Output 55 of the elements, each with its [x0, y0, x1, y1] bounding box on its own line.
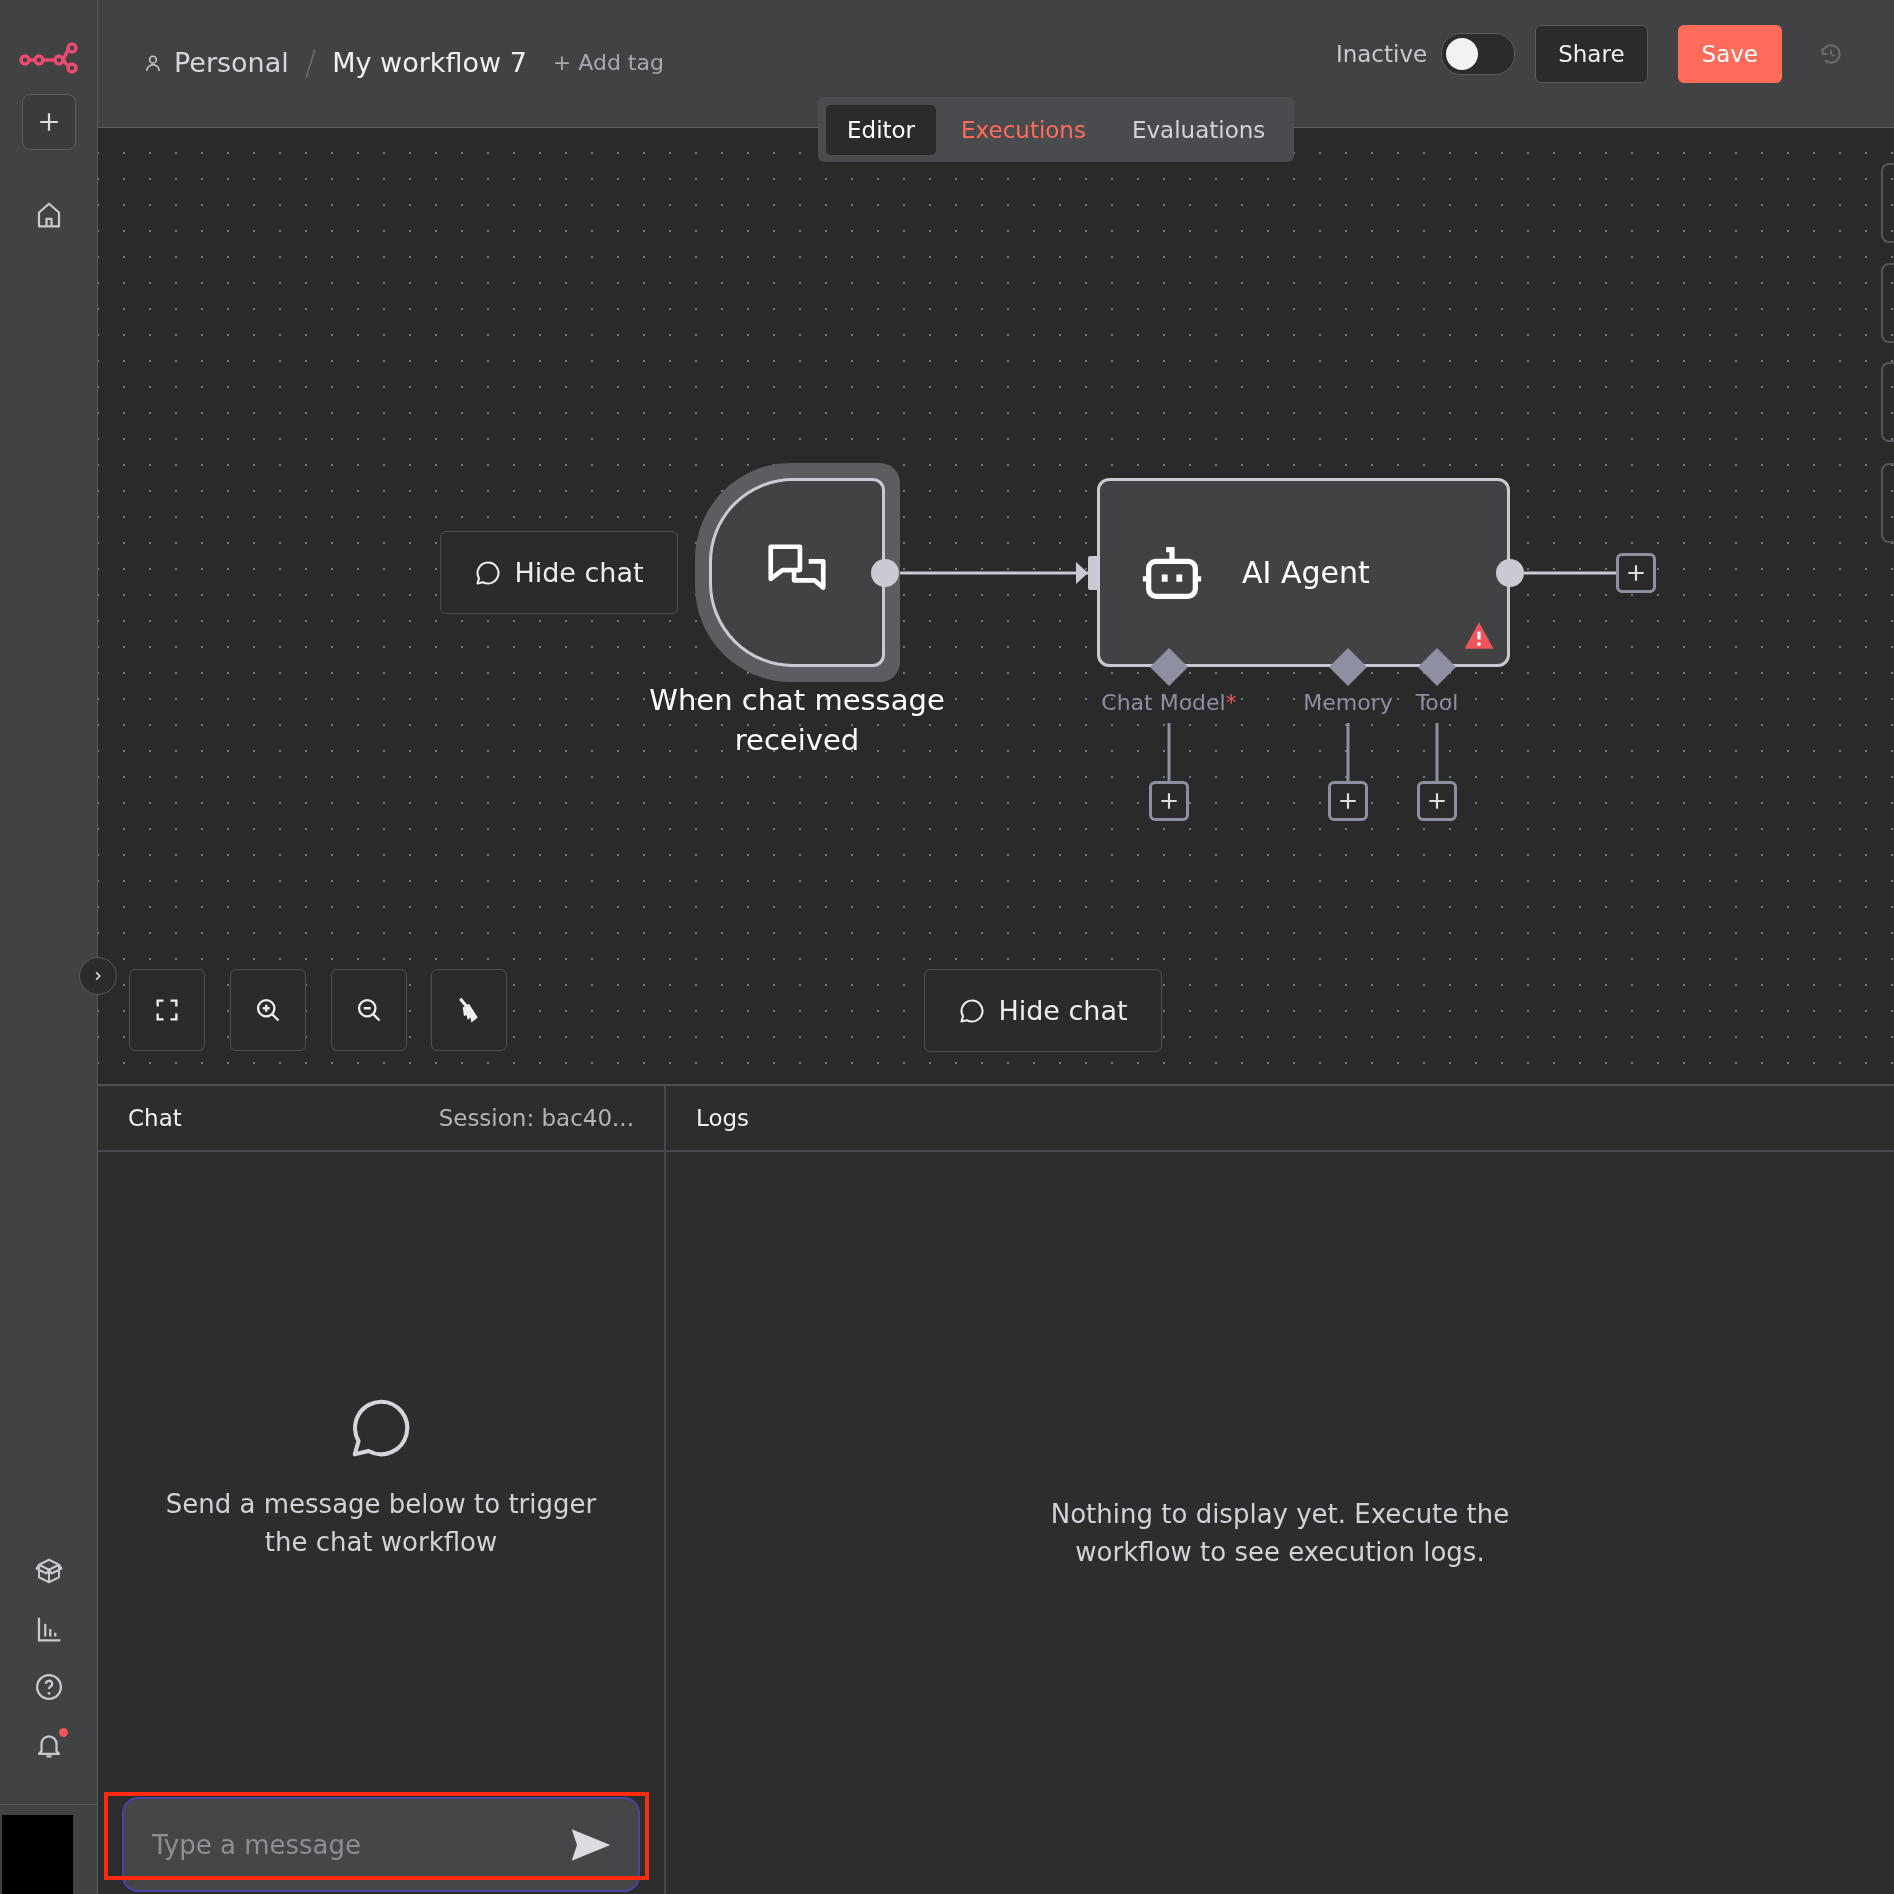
- panel-title: Chat: [128, 1105, 182, 1131]
- add-node-button[interactable]: [1616, 553, 1656, 593]
- plus-icon: [1426, 790, 1448, 812]
- view-tab[interactable]: Evaluations: [1110, 104, 1287, 155]
- input-port[interactable]: [1088, 556, 1100, 590]
- node-label: When chat message received: [648, 682, 946, 759]
- breadcrumb-separator: /: [304, 42, 317, 83]
- input-port[interactable]: [1418, 648, 1456, 686]
- panel-title: Logs: [696, 1105, 750, 1131]
- broom-button[interactable]: [431, 969, 507, 1051]
- connector-line: [1167, 723, 1171, 781]
- message-field[interactable]: Type a message: [122, 1797, 640, 1892]
- plus-icon: [1625, 562, 1647, 584]
- chat-bubble-icon: [958, 996, 987, 1025]
- message-input[interactable]: Type a message: [150, 1828, 570, 1861]
- plus-icon: [1337, 790, 1359, 812]
- input-label: Memory: [1303, 689, 1393, 717]
- input-label: Tool: [1415, 689, 1459, 717]
- output-port[interactable]: [1496, 559, 1524, 587]
- zoom-out-icon: [355, 996, 383, 1024]
- empty-message: Nothing to display yet. Execute the workflow to see execution logs.: [1049, 1498, 1511, 1569]
- empty-message: Send a message below to trigger the chat workflow: [164, 1488, 598, 1559]
- plus-icon: [37, 111, 60, 133]
- input-port[interactable]: [1150, 648, 1188, 686]
- connector-line: [1346, 723, 1350, 781]
- view-tab[interactable]: Editor: [826, 104, 937, 155]
- connector-line: [1435, 723, 1439, 781]
- share-button[interactable]: Share: [1535, 24, 1648, 83]
- zoom-out-button[interactable]: [331, 969, 407, 1051]
- box-icon[interactable]: [33, 1556, 64, 1586]
- hide-chat-button[interactable]: Hide chat: [440, 531, 678, 614]
- workflow-name[interactable]: My workflow 7: [332, 47, 527, 78]
- add-node-button[interactable]: [1328, 781, 1368, 821]
- active-toggle[interactable]: [1441, 32, 1516, 75]
- node-label: AI Agent: [1242, 555, 1370, 590]
- input-label: Chat Model*: [1101, 689, 1237, 717]
- zoom-in-icon: [254, 996, 282, 1024]
- add-tag-link[interactable]: + Add tag: [552, 50, 664, 75]
- add-button[interactable]: [21, 94, 76, 150]
- plus-icon: [1158, 790, 1180, 812]
- ai-agent-node[interactable]: AI Agent: [1097, 478, 1510, 667]
- help-icon[interactable]: [33, 1672, 64, 1702]
- add-node-button[interactable]: [1149, 781, 1189, 821]
- logo-icon[interactable]: [18, 40, 79, 74]
- status-label: Inactive: [1335, 40, 1428, 67]
- input-port[interactable]: [1329, 648, 1367, 686]
- fit-view-button[interactable]: [129, 969, 205, 1051]
- zoom-in-button[interactable]: [230, 969, 306, 1051]
- user-icon: [144, 53, 162, 72]
- chat-trigger-node[interactable]: [709, 478, 885, 667]
- project-link[interactable]: Personal: [174, 47, 289, 78]
- add-node-button[interactable]: [1417, 781, 1457, 821]
- hide-chat-button[interactable]: Hide chat: [924, 969, 1162, 1052]
- session-id: Session: bac40...: [438, 1105, 634, 1131]
- chat-bubble-icon: [474, 558, 503, 587]
